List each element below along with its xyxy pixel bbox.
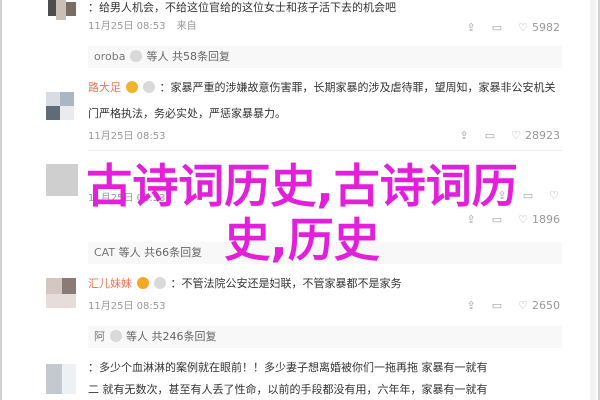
share-icon: ⇪ bbox=[466, 21, 476, 34]
reply-user[interactable]: oroba bbox=[94, 50, 125, 63]
like-icon: ♡ bbox=[518, 21, 528, 34]
comment-actions: ⇪ ▭ ♡ 2650 bbox=[465, 298, 560, 314]
comment-time: 11月25日 08:53 bbox=[88, 21, 166, 32]
like-icon: ♡ bbox=[511, 129, 521, 142]
comment-feed: ：给男人机会，不给这位官给的这位女士和孩子活下去的机会吧 11月25日 08:5… bbox=[0, 0, 600, 400]
reply-button[interactable]: ▭ bbox=[491, 300, 503, 312]
comment-meta: 11月25日 08:53 bbox=[88, 300, 165, 314]
comment-source: 来自 bbox=[176, 21, 197, 32]
reply-count: 等人 共58条回复 bbox=[146, 50, 230, 63]
comment-text: ：多少个血淋淋的案例就在眼前！！多少妻子想离婚被你们一拖再拖 家暴有一就有 bbox=[88, 361, 488, 374]
comment-user[interactable]: 汇儿妹妹 bbox=[88, 277, 132, 290]
reply-count: 等人 共246条回复 bbox=[126, 330, 217, 343]
comment-line: ：家暴严重的涉嫌故意伤害罪，长期家暴的涉及虐待罪，望周知，家暴非公安机关 bbox=[159, 81, 556, 94]
share-icon: ⇪ bbox=[466, 299, 476, 312]
like-button[interactable]: ♡ 5982 bbox=[517, 20, 560, 36]
comment-text: ：给男人机会，不给这位官给的这位女士和孩子活下去的机会吧 bbox=[88, 1, 396, 14]
divider bbox=[88, 150, 562, 151]
comment-meta: 11月25日 08:53 来自 bbox=[88, 20, 197, 34]
like-count: 28923 bbox=[525, 129, 560, 142]
overlay-text-line1: 古诗词历史,古诗词历 bbox=[86, 159, 518, 213]
like-button[interactable]: ♡ 2650 bbox=[517, 298, 560, 314]
reply-summary[interactable]: 阿 等人 共246条回复 bbox=[88, 326, 562, 348]
comment-time: 11月25日 08:53 bbox=[88, 301, 166, 312]
badge-icon bbox=[109, 330, 122, 342]
avatar[interactable] bbox=[42, 274, 82, 314]
reply-button[interactable]: ▭ bbox=[484, 130, 496, 142]
comment-time: 11月25日 08:53 bbox=[88, 131, 166, 142]
reply-summary[interactable]: oroba 等人 共58条回复 bbox=[88, 46, 562, 68]
overlay-text-line2: 史,历史 bbox=[224, 213, 380, 267]
comment-text: 汇儿妹妹 ：不管法院公安还是妇联，不管家暴都不是家务 bbox=[88, 274, 562, 294]
like-count: 5982 bbox=[532, 21, 560, 34]
share-icon: ⇪ bbox=[459, 129, 469, 142]
verified-icon bbox=[125, 81, 138, 93]
comment-meta: 11月25日 08:53 bbox=[88, 130, 165, 144]
comment-actions: ⇪ ▭ ♡ 5982 bbox=[465, 20, 560, 36]
comment-actions: ⇪ ▭ ♡ 28923 bbox=[458, 128, 560, 144]
reply-user[interactable]: 阿 bbox=[94, 330, 105, 343]
like-count: 2650 bbox=[532, 299, 560, 312]
badge-icon bbox=[129, 50, 142, 62]
comment-text: 路大足 ：家暴严重的涉嫌故意伤害罪，长期家暴的涉及虐待罪，望周知，家暴非公安机关 bbox=[88, 78, 562, 98]
comment-icon: ▭ bbox=[491, 21, 503, 34]
share-button[interactable]: ⇪ bbox=[458, 130, 470, 142]
avatar[interactable] bbox=[42, 0, 82, 22]
badge-icon bbox=[143, 81, 155, 93]
share-button[interactable]: ⇪ bbox=[465, 300, 477, 312]
like-button[interactable]: ♡ 28923 bbox=[510, 128, 560, 144]
badge-icon bbox=[154, 277, 166, 289]
avatar[interactable] bbox=[42, 360, 82, 400]
vip-icon bbox=[136, 277, 149, 289]
comment-text-line2: 门严格执法，务必实处，严惩家暴暴力。 bbox=[88, 107, 286, 120]
share-button[interactable]: ⇪ bbox=[465, 22, 477, 34]
avatar[interactable] bbox=[42, 88, 82, 128]
comment-user[interactable]: 路大足 bbox=[88, 81, 121, 94]
comment-text-line2: 二 就有无数次，甚至有人丢了性命，以前的手段都没有用，六年年，家暴有一就有 bbox=[88, 383, 488, 396]
comment-line: ：不管法院公安还是妇联，不管家暴都不是家务 bbox=[170, 277, 402, 290]
comment-icon: ▭ bbox=[491, 299, 503, 312]
reply-button[interactable]: ▭ bbox=[491, 22, 503, 34]
like-icon: ♡ bbox=[518, 299, 528, 312]
comment-icon: ▭ bbox=[484, 129, 496, 142]
scrollbar[interactable] bbox=[590, 0, 596, 400]
